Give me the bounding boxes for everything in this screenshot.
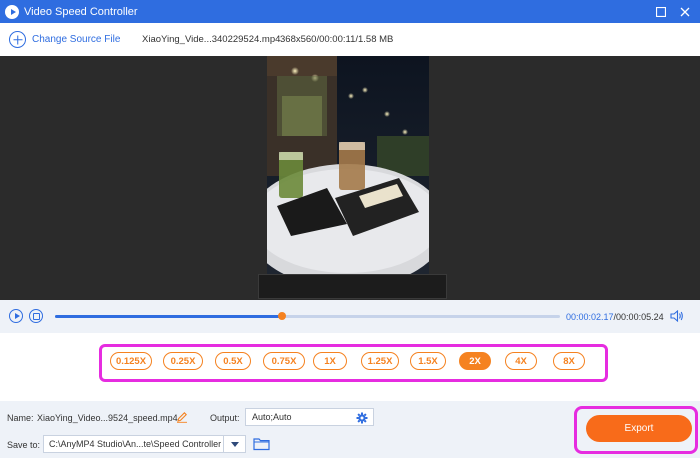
source-file-name: XiaoYing_Vide...340229524.mp4 [142, 34, 281, 45]
speed-option-4x[interactable]: 4X [505, 352, 537, 370]
save-path-dropdown[interactable] [223, 436, 245, 452]
video-preview [0, 56, 700, 300]
video-frame-image [267, 56, 429, 274]
source-bar: Change Source File XiaoYing_Vide...34022… [0, 23, 700, 56]
window-title: Video Speed Controller [24, 5, 138, 18]
output-panel: Name: XiaoYing_Video...9524_speed.mp4 Ou… [0, 401, 700, 458]
output-file-name: XiaoYing_Video...9524_speed.mp4 [37, 413, 178, 423]
speed-option-0-75x[interactable]: 0.75X [263, 352, 305, 370]
speed-option-1-5x[interactable]: 1.5X [410, 352, 446, 370]
speed-option-2x[interactable]: 2X [459, 352, 491, 370]
progress-track[interactable] [55, 312, 560, 320]
app-logo-icon [5, 4, 19, 19]
save-to-label: Save to: [7, 440, 41, 450]
stop-button[interactable] [29, 309, 43, 323]
current-time: 00:00:02.17 [566, 312, 614, 322]
close-icon [680, 7, 690, 16]
speed-option-1-25x[interactable]: 1.25X [361, 352, 399, 370]
speed-option-0-25x[interactable]: 0.25X [163, 352, 203, 370]
source-file-info: 368x560/00:00:11/1.58 MB [280, 34, 394, 45]
add-source-icon[interactable] [9, 31, 26, 48]
speed-option-8x[interactable]: 8X [553, 352, 585, 370]
gear-icon[interactable] [356, 412, 368, 424]
speed-option-1x[interactable]: 1X [313, 352, 347, 370]
pencil-icon[interactable] [176, 411, 188, 423]
title-bar: Video Speed Controller [0, 0, 700, 23]
change-source-link[interactable]: Change Source File [32, 34, 120, 45]
name-label: Name: [7, 413, 34, 423]
speed-option-0-5x[interactable]: 0.5X [215, 352, 251, 370]
speed-option-0-125x[interactable]: 0.125X [110, 352, 152, 370]
output-format-value: Auto;Auto [252, 412, 292, 422]
output-format-field[interactable]: Auto;Auto [245, 408, 374, 426]
export-button[interactable]: Export [586, 415, 692, 442]
progress-fill [55, 315, 283, 318]
save-path-field[interactable]: C:\AnyMP4 Studio\An...te\Speed Controlle… [43, 435, 246, 453]
volume-icon[interactable] [670, 310, 684, 322]
play-button[interactable] [9, 309, 23, 323]
subtitle-strip [258, 274, 447, 299]
timecode: 00:00:02.17/00:00:05.24 [566, 312, 664, 322]
maximize-icon [656, 6, 666, 17]
save-path-value: C:\AnyMP4 Studio\An...te\Speed Controlle… [49, 439, 222, 449]
maximize-button[interactable] [648, 0, 674, 23]
output-label: Output: [210, 413, 240, 423]
close-button[interactable] [672, 0, 698, 23]
total-time: /00:00:05.24 [613, 312, 664, 322]
speed-selector-area: 0.125X 0.25X 0.5X 0.75X 1X 1.25X 1.5X 2X 4X 8X [0, 333, 700, 401]
video-speed-controller-window: Video Speed Controller Change Source Fil… [0, 0, 700, 458]
folder-icon[interactable] [253, 436, 270, 451]
